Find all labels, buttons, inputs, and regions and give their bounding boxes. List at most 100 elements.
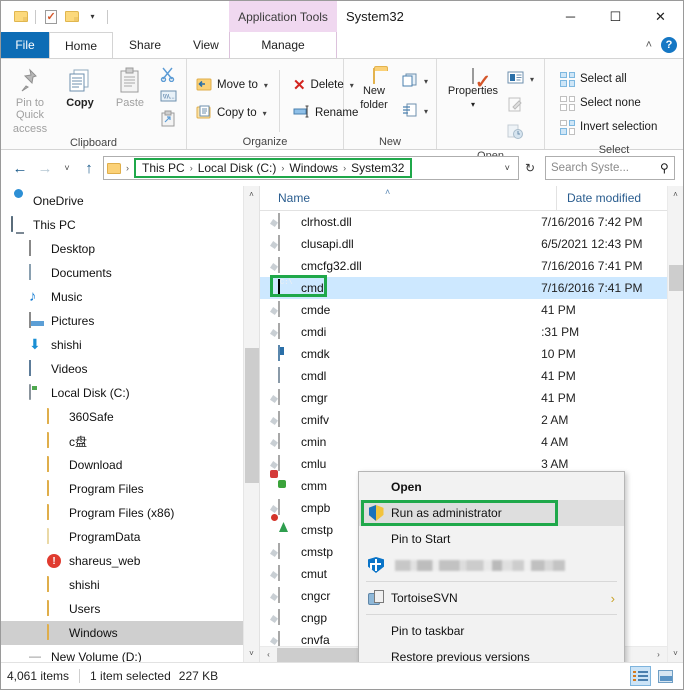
properties-button[interactable]: ✓ Properties ▾ <box>441 66 505 111</box>
nav-scrollbar[interactable]: ˄ ˅ <box>243 186 259 662</box>
breadcrumb-item-local-disk[interactable]: Local Disk (C:) <box>196 161 279 175</box>
menu-item-pin-to-taskbar[interactable]: Pin to taskbar <box>359 618 624 644</box>
menu-item-blurred-item[interactable] <box>359 552 624 578</box>
column-header-date-modified[interactable]: Date modified <box>556 186 676 211</box>
sidebar-item-desktop[interactable]: Desktop <box>1 237 259 261</box>
close-button[interactable]: ✕ <box>638 1 683 32</box>
new-folder-button[interactable]: New folder <box>348 66 400 111</box>
sidebar-item-new-volume-d[interactable]: — New Volume (D:) <box>1 645 259 662</box>
file-scroll-track[interactable] <box>668 203 684 645</box>
chevron-down-icon[interactable]: ▾ <box>82 6 103 28</box>
sidebar-item-shishi[interactable]: shishi <box>1 573 259 597</box>
table-row[interactable]: cmifv 2 AM <box>260 409 683 431</box>
search-input[interactable]: Search Syste... ⚲ <box>545 156 675 180</box>
menu-item-run-as-administrator[interactable]: Run as administrator <box>359 500 624 526</box>
new-folder-icon[interactable] <box>61 6 82 28</box>
folder-icon[interactable] <box>10 6 31 28</box>
tab-manage[interactable]: Manage <box>229 32 337 58</box>
table-row[interactable]: cmdi:31 PM <box>260 321 683 343</box>
file-scrollbar-vertical[interactable]: ˄ ˅ <box>667 186 683 662</box>
sidebar-item-documents[interactable]: Documents <box>1 261 259 285</box>
move-to-button[interactable]: Move to ▾ <box>191 74 273 96</box>
chevron-down-icon[interactable]: ˅ <box>499 163 516 173</box>
paste-button[interactable]: Paste <box>105 64 155 109</box>
scroll-up-icon[interactable]: ˄ <box>668 186 684 203</box>
sidebar-item-this-pc[interactable]: This PC <box>1 213 259 237</box>
copy-to-button[interactable]: Copy to ▾ <box>191 102 273 124</box>
properties-icon[interactable] <box>40 6 61 28</box>
table-row[interactable]: cmdk 10 PM <box>260 343 683 365</box>
nav-scroll-track[interactable] <box>244 203 260 645</box>
sidebar-item-shareus-web[interactable]: ! shareus_web <box>1 549 259 573</box>
sidebar-item-videos[interactable]: Videos <box>1 357 259 381</box>
table-row[interactable]: cmdl 41 PM <box>260 365 683 387</box>
open-button[interactable]: ▾ <box>505 68 536 90</box>
refresh-icon[interactable]: ↻ <box>522 161 538 175</box>
file-scroll-thumb[interactable] <box>668 265 683 291</box>
table-row[interactable]: clusapi.dll 6/5/2021 12:43 PM <box>260 233 683 255</box>
table-row[interactable]: clrhost.dll 7/16/2016 7:42 PM <box>260 211 683 233</box>
tab-file[interactable]: File <box>1 32 49 58</box>
edit-button[interactable] <box>505 95 536 117</box>
up-button[interactable]: ↑ <box>78 156 100 180</box>
breadcrumb-bar[interactable]: › This PC › Local Disk (C:) › Windows › … <box>103 156 519 180</box>
breadcrumb-item-system32[interactable]: System32 <box>349 161 406 175</box>
cut-button[interactable] <box>155 65 182 87</box>
details-view-button[interactable] <box>630 666 651 686</box>
help-icon[interactable]: ? <box>661 37 677 53</box>
nav-scroll-thumb[interactable] <box>244 348 259 483</box>
sidebar-item-windows[interactable]: Windows <box>1 621 259 645</box>
sidebar-item-music[interactable]: ♪ Music <box>1 285 259 309</box>
sidebar-item-program-files[interactable]: Program Files <box>1 477 259 501</box>
back-button[interactable]: ← <box>9 156 31 180</box>
breadcrumb-item-this-pc[interactable]: This PC <box>140 161 187 175</box>
paste-shortcut-button[interactable] <box>155 109 182 131</box>
menu-item-pin-to-start[interactable]: Pin to Start <box>359 526 624 552</box>
sidebar-item-local-disk-c[interactable]: Local Disk (C:) <box>1 381 259 405</box>
sidebar-item-users[interactable]: Users <box>1 597 259 621</box>
menu-item-open[interactable]: Open <box>359 474 624 500</box>
sidebar-item-programdata[interactable]: ProgramData <box>1 525 259 549</box>
sidebar-item-c[interactable]: c盘 <box>1 429 259 453</box>
table-row[interactable]: cmin 4 AM <box>260 431 683 453</box>
table-row[interactable]: cmcfg32.dll 7/16/2016 7:41 PM <box>260 255 683 277</box>
column-header-name[interactable]: Name ˄ <box>260 187 556 205</box>
menu-item-restore-previous-versions[interactable]: Restore previous versions <box>359 644 624 662</box>
sidebar-item-download[interactable]: Download <box>1 453 259 477</box>
new-item-button[interactable]: ▾ <box>400 70 430 92</box>
pin-to-quick-access-button[interactable]: Pin to Quick access <box>5 64 55 135</box>
sidebar-item-onedrive[interactable]: OneDrive <box>1 189 259 213</box>
large-icons-view-button[interactable] <box>655 666 676 686</box>
scroll-up-icon[interactable]: ˄ <box>244 186 260 203</box>
copy-path-button[interactable]: \\\\... <box>155 87 182 109</box>
scroll-left-icon[interactable]: ‹ <box>260 647 277 663</box>
breadcrumb[interactable]: This PC › Local Disk (C:) › Windows › Sy… <box>134 158 413 178</box>
breadcrumb-item-windows[interactable]: Windows <box>287 161 340 175</box>
sidebar-item-program-files-x86[interactable]: Program Files (x86) <box>1 501 259 525</box>
table-row[interactable]: cmde 41 PM <box>260 299 683 321</box>
scroll-down-icon[interactable]: ˅ <box>668 645 684 662</box>
tab-share[interactable]: Share <box>113 32 177 58</box>
maximize-button[interactable]: ☐ <box>593 1 638 32</box>
scroll-down-icon[interactable]: ˅ <box>244 645 260 662</box>
recent-locations-button[interactable]: ˅ <box>59 156 75 180</box>
minimize-button[interactable]: ─ <box>548 1 593 32</box>
sidebar-item-pictures[interactable]: Pictures <box>1 309 259 333</box>
table-row[interactable]: cmd 7/16/2016 7:41 PM <box>260 275 683 299</box>
copy-button[interactable]: Copy <box>55 64 105 109</box>
chevron-up-icon[interactable]: ˄ <box>646 39 652 51</box>
tab-view[interactable]: View <box>177 32 235 58</box>
table-row[interactable]: cmgr 41 PM <box>260 387 683 409</box>
select-all-button[interactable]: Select all <box>555 68 662 90</box>
contextual-tab-application-tools[interactable]: Application Tools <box>229 1 337 32</box>
tab-home[interactable]: Home <box>49 32 114 58</box>
sidebar-item-360safe[interactable]: 360Safe <box>1 405 259 429</box>
invert-selection-button[interactable]: Invert selection <box>555 116 662 138</box>
history-button[interactable] <box>505 122 536 144</box>
forward-button[interactable]: → <box>34 156 56 180</box>
scroll-right-icon[interactable]: › <box>650 647 667 663</box>
sidebar-item-shishi[interactable]: ⬇ shishi <box>1 333 259 357</box>
select-none-button[interactable]: Select none <box>555 92 662 114</box>
menu-item-tortoisesvn[interactable]: TortoiseSVN › <box>359 585 624 611</box>
easy-access-button[interactable]: ▾ <box>400 100 430 122</box>
